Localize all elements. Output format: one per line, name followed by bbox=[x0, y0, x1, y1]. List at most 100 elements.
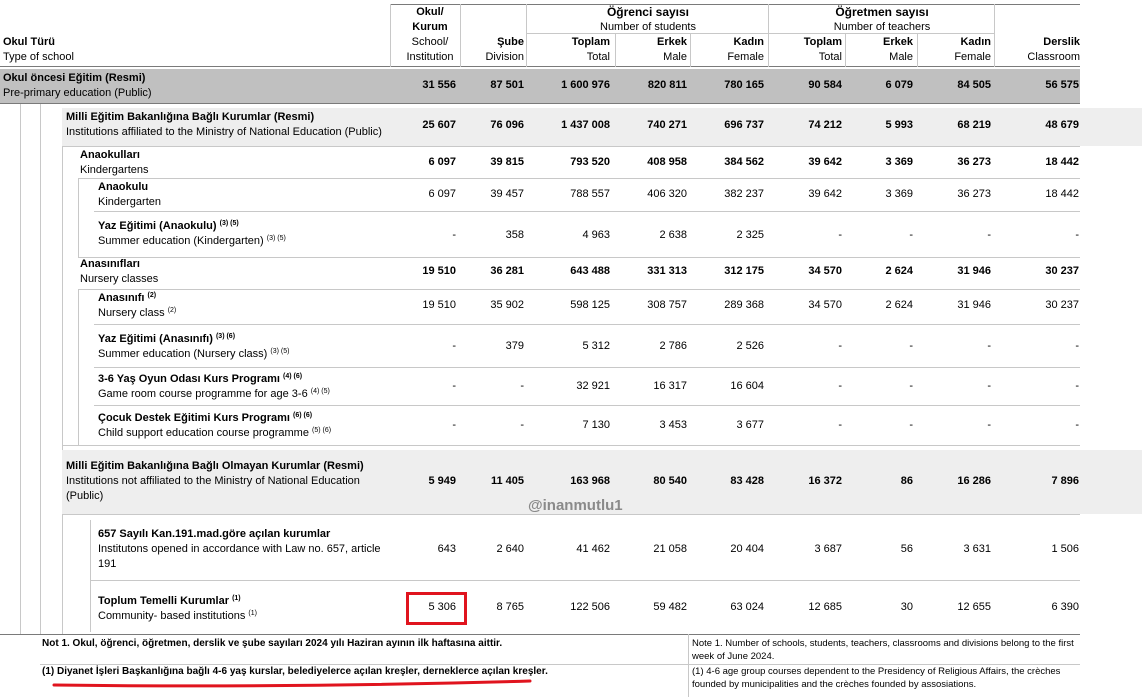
header-classroom-en: Classroom bbox=[1027, 51, 1080, 63]
note-en-1: Note 1. Number of schools, students, tea… bbox=[692, 638, 1074, 649]
cell-teachers-male: 3 369 bbox=[885, 188, 913, 200]
statistics-table: Okul Türü Type of school Okul/ Kurum Sch… bbox=[0, 0, 1142, 697]
header-students-male-en: Male bbox=[663, 51, 687, 63]
cell-students-female: 20 404 bbox=[730, 543, 764, 555]
row-label-en: Kindergarten bbox=[98, 196, 161, 208]
cell-division: 76 096 bbox=[490, 119, 524, 131]
header-bottom-line bbox=[0, 66, 1080, 67]
header-students-total-en: Total bbox=[586, 51, 610, 63]
cell-students-female: 3 677 bbox=[736, 419, 764, 431]
cell-students-female: 63 024 bbox=[730, 601, 764, 613]
cell-division: 379 bbox=[505, 340, 524, 352]
tree-line bbox=[62, 514, 63, 634]
cell-division: - bbox=[520, 419, 524, 431]
row-sep bbox=[62, 514, 1080, 515]
col-divider bbox=[460, 4, 461, 67]
row-label-tr: Yaz Eğitimi (Anaokulu) (3) (5) bbox=[98, 220, 239, 232]
cell-classroom: - bbox=[1075, 380, 1079, 392]
header-students-group-en: Number of students bbox=[600, 21, 696, 33]
note-tr: Not 1. Okul, öğrenci, öğretmen, derslik … bbox=[42, 638, 503, 649]
cell-students-female: 312 175 bbox=[724, 265, 764, 277]
cell-teachers-female: - bbox=[987, 229, 991, 241]
cell-students-female: 83 428 bbox=[730, 475, 764, 487]
cell-students-female: 2 526 bbox=[736, 340, 764, 352]
cell-teachers-male: 86 bbox=[900, 475, 913, 487]
row-sep bbox=[62, 146, 1080, 147]
row-sep bbox=[94, 324, 1080, 325]
cell-teachers-female: - bbox=[987, 340, 991, 352]
col-divider bbox=[768, 4, 769, 67]
header-institution-tr1: Okul/ bbox=[416, 6, 444, 18]
row-label-en: Game room course programme for age 3-6 (… bbox=[98, 388, 330, 400]
row-label-en-cont: (Public) bbox=[66, 490, 104, 502]
row-label-en: Nursery classes bbox=[80, 273, 159, 285]
tree-line bbox=[20, 104, 21, 634]
col-divider bbox=[526, 4, 527, 67]
header-teachers-group-tr: Öğretmen sayısı bbox=[835, 5, 929, 19]
cell-teachers-male: 3 369 bbox=[885, 156, 913, 168]
cell-classroom: 18 442 bbox=[1045, 156, 1079, 168]
cell-teachers-male: - bbox=[909, 229, 913, 241]
header-teachers-female-en: Female bbox=[954, 51, 991, 63]
header-students-female-tr: Kadın bbox=[733, 36, 764, 48]
cell-classroom: 7 896 bbox=[1051, 475, 1079, 487]
cell-division: 358 bbox=[505, 229, 524, 241]
header-students-total-tr: Toplam bbox=[571, 36, 610, 48]
cell-teachers-male: 5 993 bbox=[885, 119, 913, 131]
cell-teachers-female: 31 946 bbox=[957, 299, 991, 311]
cell-teachers-female: 84 505 bbox=[957, 79, 991, 91]
row-label-en: Summer education (Nursery class) (3) (5) bbox=[98, 348, 290, 360]
row-label-tr: Yaz Eğitimi (Anasınıfı) (3) (6) bbox=[98, 333, 236, 345]
row-label-en: Child support education course programme… bbox=[98, 427, 332, 439]
header-teachers-total-tr: Toplam bbox=[803, 36, 842, 48]
tree-line bbox=[78, 178, 79, 258]
row-label-tr: 3-6 Yaş Oyun Odası Kurs Programı (4) (6) bbox=[98, 373, 303, 385]
cell-division: 39 457 bbox=[490, 188, 524, 200]
cell-classroom: - bbox=[1075, 419, 1079, 431]
header-students-female-en: Female bbox=[727, 51, 764, 63]
header-teachers-total-en: Total bbox=[818, 51, 842, 63]
cell-teachers-male: 2 624 bbox=[885, 299, 913, 311]
header-students-group-tr: Öğrenci sayısı bbox=[606, 5, 690, 19]
row-sep bbox=[90, 580, 1080, 581]
header-school-type-en: Type of school bbox=[3, 51, 74, 63]
cell-teachers-female: 31 946 bbox=[957, 265, 991, 277]
row-sep bbox=[0, 103, 1080, 104]
tree-line bbox=[78, 289, 79, 445]
note-en-2: week of June 2024. bbox=[692, 651, 775, 662]
cell-students-female: 382 237 bbox=[724, 188, 764, 200]
row-label-tr: Anaokulu bbox=[98, 181, 149, 193]
header-classroom-tr: Derslik bbox=[1043, 36, 1080, 48]
header-school-type-tr: Okul Türü bbox=[3, 36, 55, 48]
row-label-tr: Çocuk Destek Eğitimi Kurs Programı (6) (… bbox=[98, 412, 313, 424]
row-label-tr: Anasınıfları bbox=[80, 258, 140, 270]
cell-teachers-male: - bbox=[909, 419, 913, 431]
cell-teachers-male: - bbox=[909, 340, 913, 352]
cell-classroom: 48 679 bbox=[1045, 119, 1079, 131]
row-label-en: Institutions not affiliated to the Minis… bbox=[66, 475, 360, 487]
cell-teachers-female: 36 273 bbox=[957, 156, 991, 168]
row-label-tr: 657 Sayılı Kan.191.mad.göre açılan kurum… bbox=[98, 528, 331, 540]
row-label-en: Nursery class (2) bbox=[98, 307, 177, 319]
cell-division: 87 501 bbox=[490, 79, 524, 91]
row-label-en: Institutons opened in accordance with La… bbox=[98, 543, 381, 555]
col-divider bbox=[845, 34, 846, 67]
cell-teachers-female: 68 219 bbox=[957, 119, 991, 131]
row-label-en: Institutions affiliated to the Ministry … bbox=[66, 126, 382, 138]
header-teachers-group-en: Number of teachers bbox=[833, 21, 931, 33]
cell-division: 39 815 bbox=[490, 156, 524, 168]
col-divider bbox=[690, 34, 691, 67]
watermark-text: @inanmutlu1 bbox=[528, 497, 623, 514]
header-division-en: Division bbox=[485, 51, 524, 63]
header-teachers-male-tr: Erkek bbox=[883, 36, 913, 48]
cell-division: 2 640 bbox=[496, 543, 524, 555]
cell-division: 35 902 bbox=[490, 299, 524, 311]
cell-students-female: 696 737 bbox=[724, 119, 764, 131]
header-division-tr: Şube bbox=[497, 36, 524, 48]
header-institution-tr2: Kurum bbox=[412, 21, 448, 33]
tree-line bbox=[62, 146, 63, 450]
cell-classroom: - bbox=[1075, 229, 1079, 241]
row-sep bbox=[78, 178, 1080, 179]
cell-students-female: 780 165 bbox=[724, 79, 764, 91]
cell-teachers-female: - bbox=[987, 380, 991, 392]
